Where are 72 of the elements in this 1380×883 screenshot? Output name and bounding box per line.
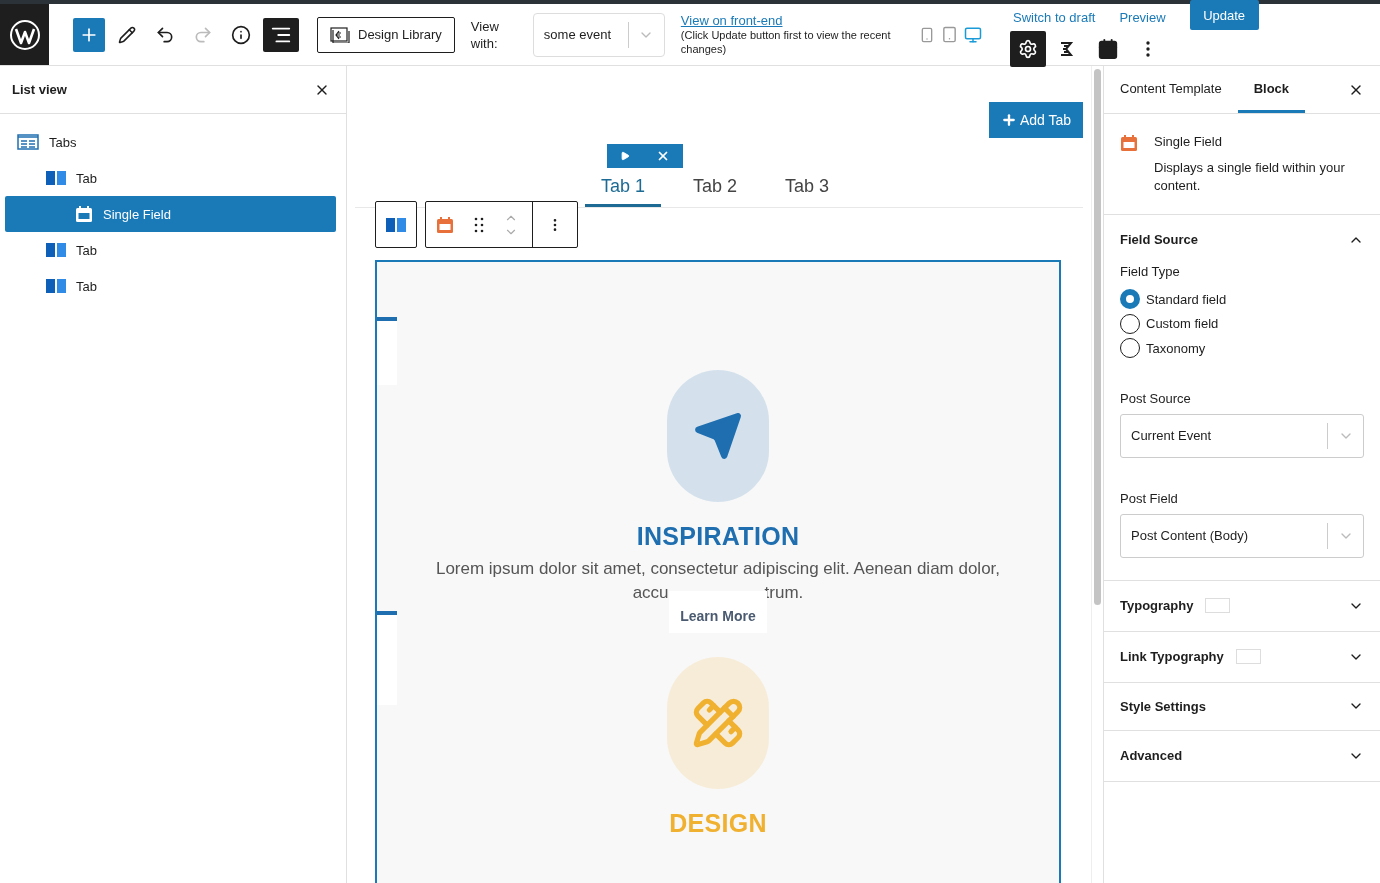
list-view-item[interactable]: Tab [5, 232, 336, 268]
tabs-icon [17, 134, 39, 150]
tab[interactable]: Tab 2 [677, 168, 754, 207]
list-view-item[interactable]: Tab [5, 268, 336, 304]
scrollbar-thumb[interactable] [1094, 69, 1101, 605]
field-label: Field Type [1120, 264, 1181, 279]
color-swatch[interactable] [1235, 649, 1261, 664]
play-icon[interactable] [620, 151, 630, 161]
paper-plane-icon [693, 411, 743, 461]
field-label: Post Field [1120, 490, 1179, 506]
feature-title: DESIGN [669, 809, 767, 838]
list-view-item[interactable]: Tab [5, 160, 336, 196]
close-icon[interactable] [656, 149, 670, 163]
panel-header[interactable]: Advanced [1120, 730, 1364, 781]
panel-header[interactable]: Link Typography [1120, 631, 1364, 682]
list-view-item[interactable]: Tabs [5, 124, 336, 160]
description-fragment: accu [632, 583, 669, 603]
field-label: Post Source [1120, 390, 1192, 406]
update-button[interactable]: Update [1189, 0, 1259, 30]
columns-icon [46, 243, 66, 257]
add-button[interactable] [73, 17, 105, 52]
radio-button[interactable] [1120, 313, 1140, 334]
select-field[interactable]: Post Content (Body) [1120, 513, 1364, 558]
block-description: Displays a single field within your content. [1154, 159, 1346, 195]
panel-header[interactable]: Typography [1120, 580, 1364, 631]
undo-icon [155, 24, 175, 45]
feature-title: INSPIRATION [636, 522, 800, 551]
view-with-select[interactable]: some event [532, 12, 665, 57]
pencil-icon [118, 25, 136, 44]
front-end-link[interactable]: View on front-end [680, 13, 891, 28]
list-view-title: List view [12, 82, 67, 97]
tab[interactable]: Tab 1 [585, 168, 662, 207]
view-with-label: View with: [470, 17, 500, 52]
info-icon [231, 24, 251, 45]
settings-icon [1018, 39, 1038, 59]
front-end-note: (Click Update button first to view the recent changes) [680, 28, 891, 56]
calendar-icon [1120, 134, 1138, 154]
radio-button[interactable] [1120, 289, 1140, 310]
select-field[interactable]: Current Event [1120, 413, 1364, 458]
calendar-icon [1097, 38, 1119, 60]
feature-description: Lorem ipsum dolor sit amet, consectetur adipiscing elit. Aenean diam dolor, [435, 559, 1001, 579]
columns-icon [46, 171, 66, 185]
learn-more-button[interactable]: Learn More [669, 591, 767, 633]
color-swatch[interactable] [1205, 598, 1231, 613]
library-icon [330, 26, 350, 43]
more-icon [1146, 41, 1150, 57]
plus-icon [1000, 112, 1017, 128]
add-tab-button[interactable]: Add Tab [989, 102, 1083, 138]
switch-to-draft-link[interactable]: Switch to draft [1013, 9, 1096, 25]
radio-option[interactable]: Taxonomy [1120, 336, 1364, 361]
tab[interactable]: Tab 3 [769, 168, 846, 207]
pencil-ruler-icon [692, 697, 744, 749]
sidebar-tab[interactable]: Block [1237, 66, 1306, 113]
radio-button[interactable] [1120, 338, 1140, 359]
radio-option[interactable]: Standard field [1120, 287, 1364, 312]
list-view-item[interactable]: Single Field [5, 196, 336, 232]
list-button[interactable] [263, 17, 299, 52]
calendar-icon [75, 205, 93, 223]
panel-header[interactable]: Field Source [1120, 215, 1364, 264]
panel-header[interactable]: Style Settings [1120, 682, 1364, 730]
block-parent-button[interactable] [375, 201, 417, 248]
settings-button[interactable] [1010, 31, 1046, 67]
wordpress-logo[interactable] [0, 4, 49, 65]
preview-link[interactable]: Preview [1119, 9, 1166, 25]
tablet-icon[interactable] [940, 26, 958, 43]
redo-icon [193, 24, 213, 45]
radio-option[interactable]: Custom field [1120, 311, 1364, 336]
design-library-button[interactable]: Design Library [317, 16, 455, 53]
block-name: Single Field [1154, 134, 1223, 149]
columns-icon [46, 279, 66, 293]
desktop-icon[interactable] [963, 25, 982, 44]
sidebar-tab[interactable]: Content Template [1120, 66, 1238, 113]
